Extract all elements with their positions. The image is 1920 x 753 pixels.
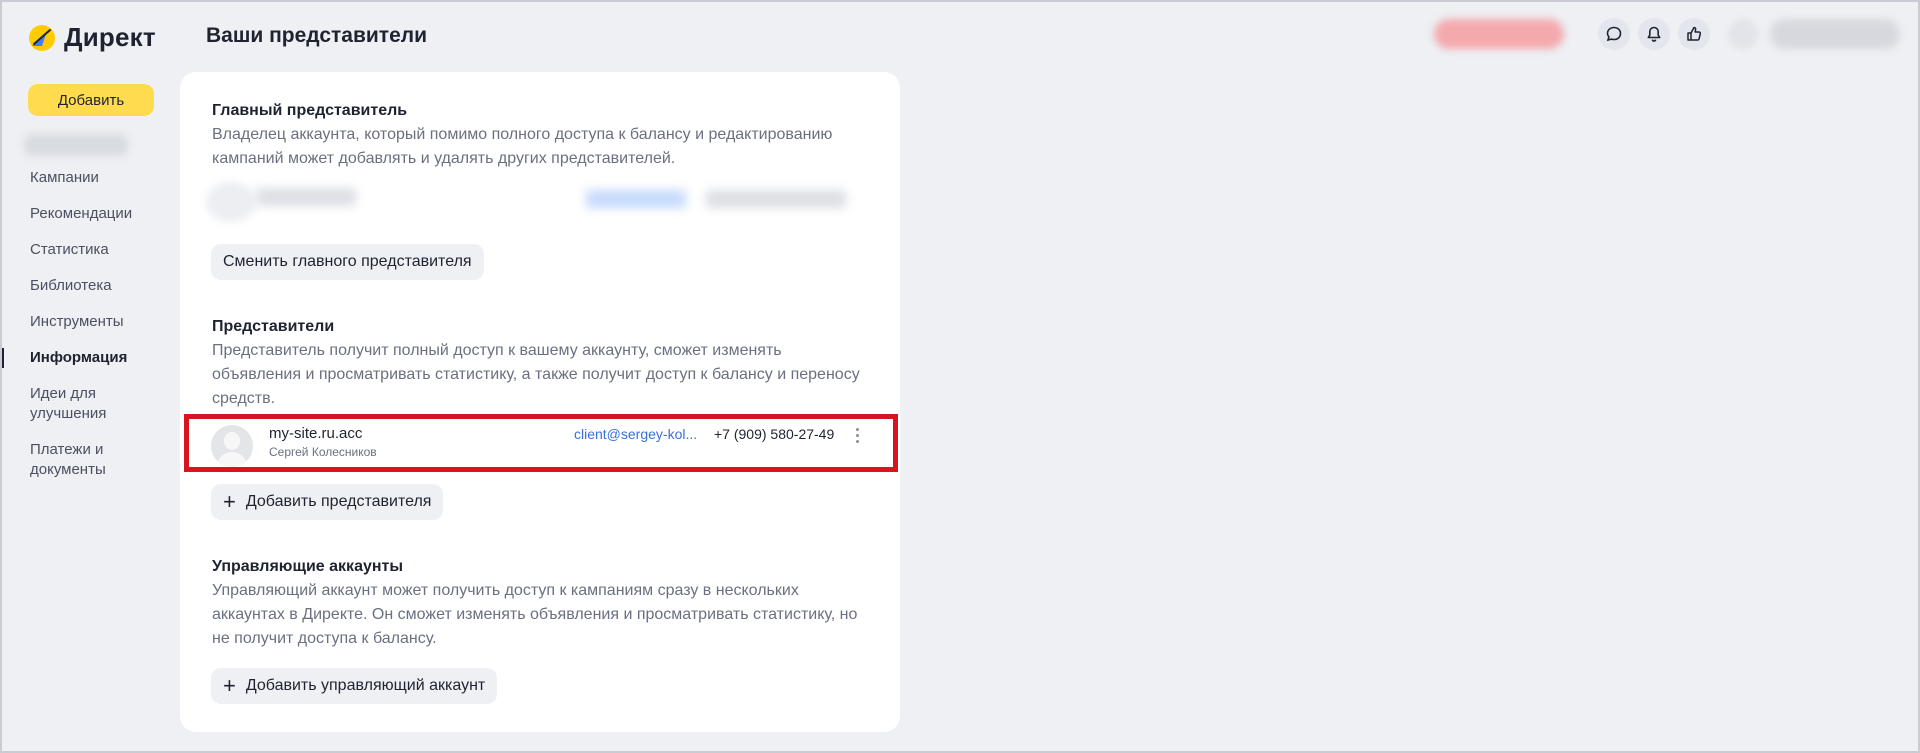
direct-logo-icon — [28, 24, 56, 52]
notifications-button[interactable] — [1638, 18, 1670, 50]
owner-description: Владелец аккаунта, который помимо полног… — [212, 126, 833, 167]
plus-icon: + — [223, 489, 236, 514]
sidebar-item-campaigns[interactable]: Кампании — [2, 168, 99, 188]
rep-name: Сергей Колесников — [269, 445, 377, 459]
sidebar-item-tools[interactable]: Инструменты — [2, 312, 124, 332]
change-owner-button[interactable]: Сменить главного представителя — [211, 244, 484, 280]
add-representative-button[interactable]: + Добавить представителя — [211, 484, 444, 520]
managers-description: Управляющий аккаунт может получить досту… — [212, 582, 858, 647]
blurred-user-menu[interactable] — [1770, 19, 1900, 49]
sidebar-item-library[interactable]: Библиотека — [2, 276, 112, 296]
more-options-icon[interactable] — [849, 423, 865, 447]
representatives-card: Главный представитель Владелец аккаунта,… — [180, 72, 900, 732]
rep-phone: +7 (909) 580-27-49 — [714, 426, 835, 442]
blurred-account-login[interactable] — [24, 134, 128, 156]
reps-description: Представитель получит полный доступ к ва… — [212, 342, 860, 407]
sidebar-item-recommendations[interactable]: Рекомендации — [2, 204, 132, 224]
logo-text: Директ — [64, 22, 156, 52]
add-manager-account-button[interactable]: + Добавить управляющий аккаунт — [211, 668, 498, 704]
user-avatar[interactable] — [1728, 19, 1758, 49]
rep-login: my-site.ru.acc — [269, 425, 363, 442]
plus-icon: + — [223, 673, 236, 698]
managers-section: Управляющие аккаунты Управляющий аккаунт… — [212, 556, 872, 651]
add-button[interactable]: Добавить — [28, 84, 154, 116]
add-representative-label: Добавить представителя — [245, 493, 432, 510]
thumbs-up-icon — [1687, 26, 1702, 41]
blurred-balance-button[interactable] — [1434, 19, 1564, 49]
avatar — [211, 425, 253, 467]
chat-icon — [1606, 26, 1622, 42]
sidebar-item-ideas[interactable]: Идеи для улучшения — [2, 384, 106, 424]
sidebar-item-info[interactable]: Информация — [2, 348, 127, 368]
bell-icon — [1647, 26, 1661, 42]
sidebar-item-payments[interactable]: Платежи и документы — [2, 440, 106, 480]
owner-section: Главный представитель Владелец аккаунта,… — [212, 100, 872, 171]
reps-title: Представители — [212, 318, 335, 335]
chat-button[interactable] — [1598, 18, 1630, 50]
add-manager-label: Добавить управляющий аккаунт — [245, 677, 486, 694]
owner-title: Главный представитель — [212, 102, 408, 119]
managers-title: Управляющие аккаунты — [212, 558, 404, 575]
blurred-owner-row — [206, 182, 866, 222]
feedback-button[interactable] — [1678, 18, 1710, 50]
representative-row[interactable]: my-site.ru.acc Сергей Колесников client@… — [184, 414, 898, 472]
header-controls — [1434, 18, 1900, 50]
page-title: Ваши представители — [206, 24, 428, 47]
reps-section: Представители Представитель получит полн… — [212, 316, 872, 411]
logo[interactable]: Директ — [28, 22, 156, 53]
sidebar-item-statistics[interactable]: Статистика — [2, 240, 109, 260]
rep-email-link[interactable]: client@sergey-kol... — [574, 426, 704, 442]
